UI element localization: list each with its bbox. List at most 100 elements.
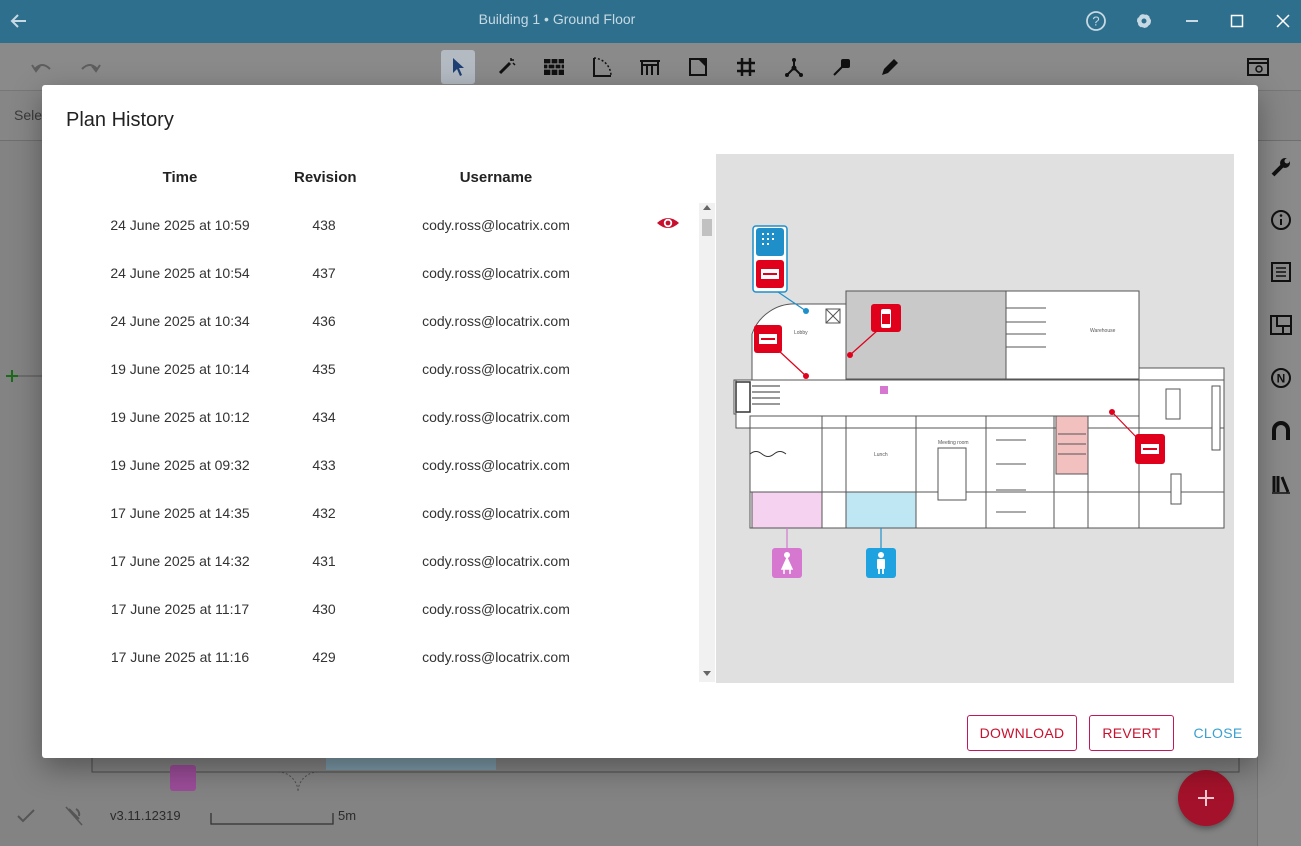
redo-icon[interactable] — [73, 50, 107, 84]
download-button[interactable]: DOWNLOAD — [967, 715, 1077, 751]
plus-icon — [1198, 790, 1214, 806]
keypad-marker-icon — [752, 225, 788, 293]
plan-preview: Lobby Warehouse Lunch Meeting room — [716, 154, 1234, 683]
cell-username: cody.ross@locatrix.com — [422, 217, 570, 233]
cell-username: cody.ross@locatrix.com — [422, 409, 570, 425]
header-time: Time — [162, 169, 198, 186]
preview-label-lobby: Lobby — [794, 330, 808, 336]
cell-username: cody.ross@locatrix.com — [422, 553, 570, 569]
cell-time: 24 June 2025 at 10:34 — [110, 313, 250, 329]
header-username: Username — [459, 169, 533, 186]
table-row[interactable]: 24 June 2025 at 10:59 438 cody.ross@locatr… — [66, 201, 699, 249]
cell-username: cody.ross@locatrix.com — [422, 601, 570, 617]
cell-time: 17 June 2025 at 14:35 — [110, 505, 250, 521]
gear-icon[interactable] — [1129, 6, 1159, 36]
room-icon[interactable] — [681, 50, 715, 84]
cell-username: cody.ross@locatrix.com — [422, 649, 570, 665]
stairs-icon[interactable] — [633, 50, 667, 84]
table-row[interactable]: 19 June 2025 at 10:14 435 cody.ross@locatr… — [66, 345, 699, 393]
plan-icon[interactable] — [1270, 314, 1292, 336]
table-row[interactable]: 17 June 2025 at 14:35 432 cody.ross@locatr… — [66, 489, 699, 537]
cell-time: 17 June 2025 at 11:16 — [110, 649, 250, 665]
cell-revision: 429 — [312, 649, 336, 665]
magic-wand-icon[interactable] — [489, 50, 523, 84]
pencil-icon[interactable] — [873, 50, 907, 84]
history-rows: 24 June 2025 at 10:59 438 cody.ross@locatr… — [66, 201, 699, 681]
table-header: Time Revision Username — [66, 153, 699, 201]
undo-icon[interactable] — [25, 50, 59, 84]
scroll-up-arrow-icon[interactable] — [703, 205, 711, 210]
cell-username: cody.ross@locatrix.com — [422, 265, 570, 281]
history-table: Time Revision Username 24 June 2025 at 1… — [66, 153, 699, 682]
female-toilet-marker-icon — [772, 548, 802, 578]
preview-label-warehouse: Warehouse — [1090, 328, 1116, 334]
revert-button[interactable]: REVERT — [1089, 715, 1174, 751]
library-icon[interactable] — [1270, 473, 1292, 495]
door-arc-icon[interactable] — [585, 50, 619, 84]
cell-time: 24 June 2025 at 10:54 — [110, 265, 250, 281]
svg-text:N: N — [1277, 372, 1286, 386]
svg-text:?: ? — [1092, 14, 1099, 29]
table-row[interactable]: 17 June 2025 at 14:32 431 cody.ross@locatr… — [66, 537, 699, 585]
header-revision: Revision — [294, 169, 357, 186]
cell-revision: 438 — [312, 217, 336, 233]
title-bar: Building 1 • Ground Floor ? — [0, 0, 1301, 43]
snap-off-icon[interactable] — [64, 805, 84, 832]
cell-time: 19 June 2025 at 09:32 — [110, 457, 250, 473]
node-icon[interactable] — [777, 50, 811, 84]
cell-username: cody.ross@locatrix.com — [422, 505, 570, 521]
close-button[interactable]: CLOSE — [1187, 715, 1249, 751]
magnet-icon[interactable] — [1270, 420, 1292, 442]
cell-revision: 433 — [312, 457, 336, 473]
window-title: Building 1 • Ground Floor — [478, 11, 636, 27]
right-sidebar: N — [1257, 141, 1301, 846]
maximize-icon[interactable] — [1222, 6, 1252, 36]
cell-revision: 436 — [312, 313, 336, 329]
cell-revision: 434 — [312, 409, 336, 425]
scale-label: 5m — [338, 808, 357, 823]
dialog-title: Plan History — [66, 109, 174, 131]
list-icon[interactable] — [1270, 261, 1292, 283]
status-bar: v3.11.12319 5m — [0, 800, 600, 834]
table-row[interactable]: 19 June 2025 at 10:12 434 cody.ross@locatr… — [66, 393, 699, 441]
cell-time: 17 June 2025 at 11:17 — [110, 601, 250, 617]
minimize-icon[interactable] — [1177, 6, 1207, 36]
marker-icon[interactable] — [825, 50, 859, 84]
table-row[interactable]: 24 June 2025 at 10:54 437 cody.ross@locatr… — [66, 249, 699, 297]
scroll-thumb[interactable] — [702, 219, 712, 236]
male-toilet-marker-icon — [866, 548, 896, 578]
cell-revision: 432 — [312, 505, 336, 521]
alarm-marker-east-icon — [1135, 434, 1165, 464]
table-row[interactable]: 17 June 2025 at 11:17 430 cody.ross@locatr… — [66, 585, 699, 633]
layers-icon[interactable] — [1241, 50, 1275, 84]
wrench-icon[interactable] — [1270, 156, 1292, 178]
table-row[interactable]: 19 June 2025 at 09:32 433 cody.ross@locatr… — [66, 441, 699, 489]
preview-label-lunch: Lunch — [874, 452, 888, 458]
scale-bar — [210, 812, 334, 830]
table-row[interactable]: 17 June 2025 at 11:16 429 cody.ross@locatr… — [66, 633, 699, 681]
extinguisher-marker-icon — [871, 304, 901, 332]
cell-time: 24 June 2025 at 10:59 — [110, 217, 250, 233]
grid-move-icon[interactable] — [729, 50, 763, 84]
history-scrollbar[interactable] — [699, 203, 715, 682]
cell-username: cody.ross@locatrix.com — [422, 361, 570, 377]
cell-username: cody.ross@locatrix.com — [422, 313, 570, 329]
plan-history-dialog: Plan History Time Revision Username 24 J… — [42, 85, 1258, 758]
close-icon[interactable] — [1268, 6, 1298, 36]
north-icon[interactable]: N — [1270, 367, 1292, 389]
table-row[interactable]: 24 June 2025 at 10:34 436 cody.ross@locatr… — [66, 297, 699, 345]
cell-time: 19 June 2025 at 10:12 — [110, 409, 250, 425]
select-pointer-icon[interactable] — [441, 50, 475, 84]
toolbar — [0, 43, 1301, 91]
scroll-down-arrow-icon[interactable] — [703, 671, 711, 676]
eye-icon[interactable] — [656, 213, 680, 233]
add-fab-button[interactable] — [1178, 770, 1234, 826]
selection-text: Sele — [14, 107, 43, 123]
help-icon[interactable]: ? — [1081, 6, 1111, 36]
check-icon[interactable] — [16, 807, 36, 830]
wall-icon[interactable] — [537, 50, 571, 84]
cell-revision: 430 — [312, 601, 336, 617]
cell-username: cody.ross@locatrix.com — [422, 457, 570, 473]
info-icon[interactable] — [1270, 209, 1292, 231]
cell-time: 17 June 2025 at 14:32 — [110, 553, 250, 569]
